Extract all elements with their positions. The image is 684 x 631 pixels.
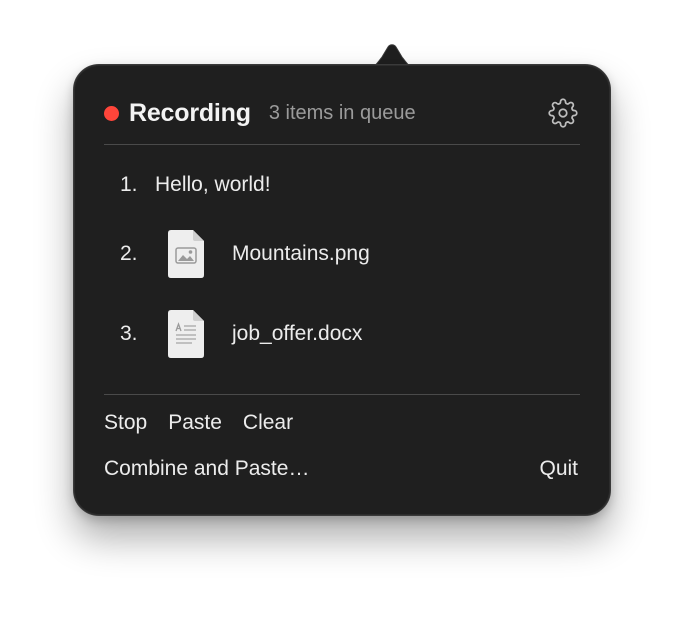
actions-divider [104,394,580,395]
primary-actions: Stop Paste Clear [104,411,314,435]
stage: Recording 3 items in queue 1. Hello, wor… [0,0,684,631]
combine-and-paste-button[interactable]: Combine and Paste… [104,457,309,481]
queue-item-label: job_offer.docx [232,322,363,345]
recording-indicator-icon [104,105,119,121]
gear-icon[interactable] [548,98,578,128]
paste-button[interactable]: Paste [168,411,222,435]
queue-item-number: 3. [120,322,138,345]
queue-item-document[interactable]: 3. job_offer.docx [120,309,362,359]
queue-item-label: Mountains.png [232,242,370,265]
clear-button[interactable]: Clear [243,411,293,435]
queue-item-label: Hello, world! [155,173,271,196]
secondary-actions: Combine and Paste… Quit [104,457,578,481]
queue-item-number: 2. [120,242,138,265]
queue-item-image[interactable]: 2. Mountains.png [120,229,370,279]
image-file-icon [168,230,204,278]
popover-header: Recording 3 items in queue [104,95,580,131]
stop-button[interactable]: Stop [104,411,147,435]
header-divider [104,144,580,145]
queue-count-label: 3 items in queue [268,101,416,124]
clipboard-queue-popover: Recording 3 items in queue 1. Hello, wor… [73,64,611,516]
recording-status-label: Recording [129,98,251,127]
queue-item-text[interactable]: 1. Hello, world! [120,173,271,197]
quit-button[interactable]: Quit [539,457,578,481]
document-file-icon [168,310,204,358]
queue-item-number: 1. [120,173,138,196]
